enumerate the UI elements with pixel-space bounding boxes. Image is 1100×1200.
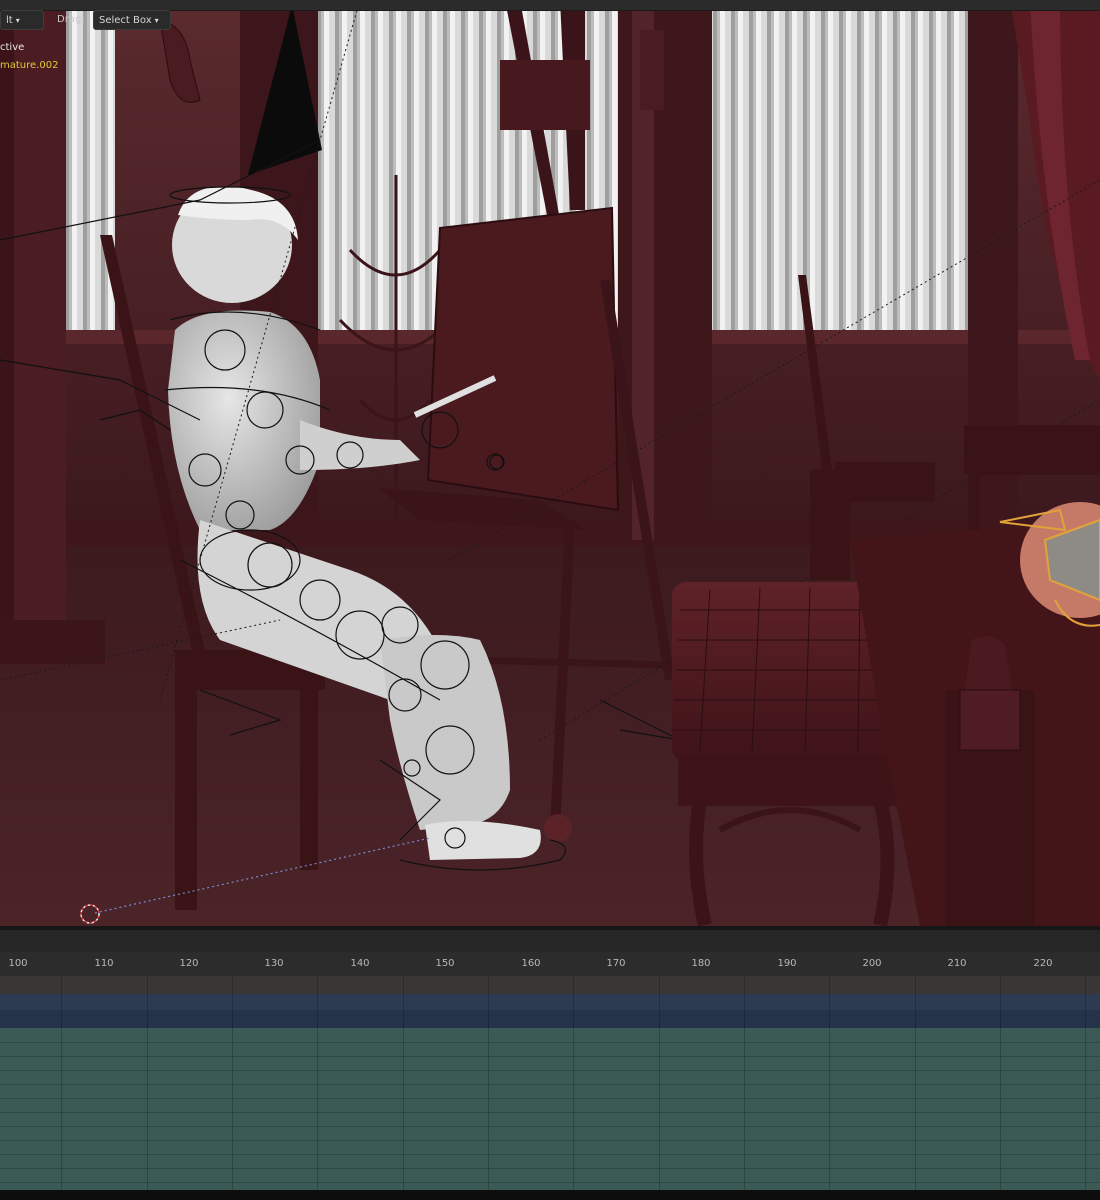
chevron-down-icon: ▾ bbox=[154, 16, 159, 25]
select-box-dropdown[interactable]: Select Box ▾ bbox=[93, 10, 171, 30]
frame-tick: 110 bbox=[94, 958, 114, 969]
chevron-down-icon: ▾ bbox=[15, 16, 20, 25]
frame-tick: 180 bbox=[691, 958, 711, 969]
frame-tick: 130 bbox=[264, 958, 284, 969]
timeline-header bbox=[0, 930, 1100, 952]
mode-dropdown[interactable]: lt ▾ bbox=[0, 10, 44, 30]
frame-tick: 170 bbox=[606, 958, 626, 969]
frame-tick: 220 bbox=[1033, 958, 1053, 969]
mode-dropdown-label: lt bbox=[6, 15, 13, 26]
frame-tick: 160 bbox=[521, 958, 541, 969]
bone-channels-area[interactable] bbox=[0, 1028, 1100, 1190]
summary-channel-row[interactable] bbox=[0, 976, 1100, 994]
frame-tick: 210 bbox=[947, 958, 967, 969]
bottom-edge bbox=[0, 1190, 1100, 1200]
drag-label: Drag: bbox=[57, 14, 85, 25]
object-channel-row[interactable] bbox=[0, 994, 1100, 1010]
frame-ruler[interactable] bbox=[0, 952, 1100, 976]
window-curtain-right bbox=[712, 0, 970, 330]
viewport-scene bbox=[0, 0, 1100, 926]
viewport-header: lt ▾ Drag: Select Box ▾ bbox=[0, 0, 1100, 34]
active-object-text: ctive bbox=[0, 42, 25, 53]
frame-tick: 200 bbox=[862, 958, 882, 969]
armature-name-text: mature.002 bbox=[0, 60, 59, 71]
action-channel-row[interactable] bbox=[0, 1010, 1100, 1028]
select-box-label: Select Box bbox=[99, 15, 152, 26]
frame-tick: 140 bbox=[350, 958, 370, 969]
3d-viewport[interactable] bbox=[0, 0, 1100, 926]
frame-tick: 150 bbox=[435, 958, 455, 969]
frame-tick: 190 bbox=[777, 958, 797, 969]
frame-tick: 100 bbox=[8, 958, 28, 969]
frame-tick: 120 bbox=[179, 958, 199, 969]
